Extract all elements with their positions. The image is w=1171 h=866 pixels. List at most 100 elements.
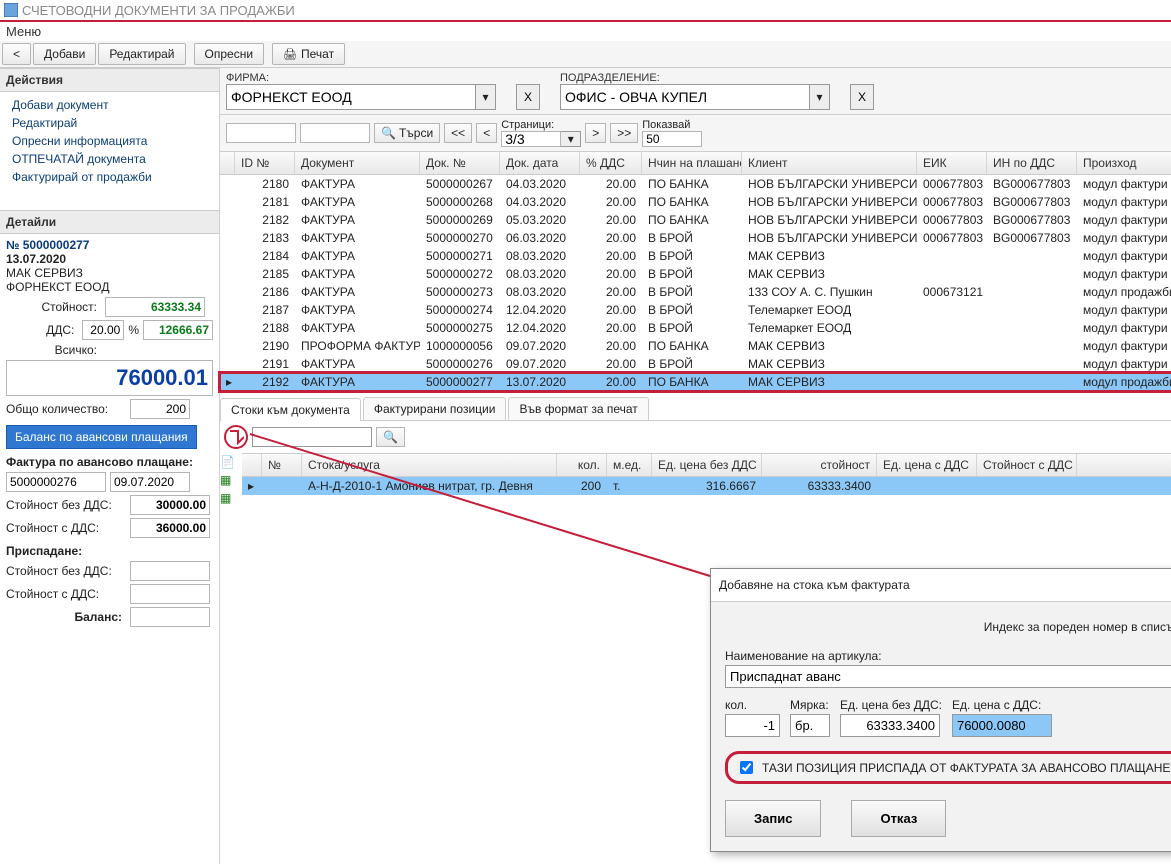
company-select[interactable] [226,84,476,110]
excel2-icon[interactable]: ▦ [220,491,242,505]
table-row[interactable]: 2184 ФАКТУРА 5000000271 08.03.2020 20.00… [220,247,1171,265]
table-row[interactable]: 2185 ФАКТУРА 5000000272 08.03.2020 20.00… [220,265,1171,283]
val-ex-field[interactable] [130,495,210,515]
deduct-checkbox[interactable] [740,761,753,774]
dlg-price-label: Ед. цена без ДДС: [840,698,942,712]
icol-valv[interactable]: Стойност с ДДС [977,454,1077,476]
add-item-button[interactable] [224,425,248,449]
icol-no[interactable]: № [262,454,302,476]
table-row[interactable]: 2186 ФАКТУРА 5000000273 08.03.2020 20.00… [220,283,1171,301]
cancel-button[interactable]: Отказ [851,800,946,837]
table-row[interactable]: 2180 ФАКТУРА 5000000267 04.03.2020 20.00… [220,175,1171,193]
vat-pct-field[interactable] [82,320,124,340]
dept-clear-button[interactable]: X [850,84,874,110]
icol-val[interactable]: стойност [762,454,877,476]
company-clear-button[interactable]: X [516,84,540,110]
printer-icon: 🖨 [283,48,297,61]
col-pay[interactable]: Нчин на плашане [642,152,742,174]
tab-print-format[interactable]: Във формат за печат [508,397,648,420]
icol-qty[interactable]: кол. [557,454,607,476]
icol-name[interactable]: Стока/услуга [302,454,557,476]
icol-pricev[interactable]: Ед. цена с ДДС [877,454,977,476]
back-button[interactable]: < [2,43,31,65]
actions-header: Действия [0,68,219,92]
documents-grid: ID № Документ Док. № Док. дата % ДДС Нчи… [220,152,1171,391]
chevron-down-icon[interactable]: ▾ [561,131,581,147]
chevron-down-icon[interactable]: ▾ [476,84,496,110]
item-name-field[interactable] [725,665,1171,688]
total-field[interactable] [6,360,213,396]
dlg-pricev-field[interactable] [952,714,1052,737]
icol-me[interactable]: м.ед. [607,454,652,476]
qty-field[interactable] [130,399,190,419]
sidebar-action-edit[interactable]: Редактирай [6,114,213,132]
search-button[interactable]: 🔍Търси [374,123,440,143]
val-inc-label: Стойност с ДДС: [6,521,126,535]
chevron-down-icon[interactable]: ▾ [810,84,830,110]
col-docno[interactable]: Док. № [420,152,500,174]
table-row[interactable]: 2190 ПРОФОРМА ФАКТУРА 1000000056 09.07.2… [220,337,1171,355]
dlg-me-field[interactable] [790,714,830,737]
pages-label: Страници: [501,119,581,131]
dlg-qty-label: кол. [725,698,780,712]
excel-icon[interactable]: ▦ [220,473,242,487]
export-icon[interactable]: 📄 [220,455,242,469]
show-field[interactable] [642,131,702,147]
first-page-button[interactable]: << [444,123,472,143]
prev-page-button[interactable]: < [476,123,497,143]
table-row[interactable]: 2183 ФАКТУРА 5000000270 06.03.2020 20.00… [220,229,1171,247]
table-row[interactable]: 2181 ФАКТУРА 5000000268 04.03.2020 20.00… [220,193,1171,211]
table-row[interactable]: 2182 ФАКТУРА 5000000269 05.03.2020 20.00… [220,211,1171,229]
menu-bar[interactable]: Меню [0,22,1171,41]
table-row[interactable]: 2187 ФАКТУРА 5000000274 12.04.2020 20.00… [220,301,1171,319]
refresh-button[interactable]: Опресни [194,43,265,65]
search-input-1[interactable] [226,123,296,143]
table-row[interactable]: 2188 ФАКТУРА 5000000275 12.04.2020 20.00… [220,319,1171,337]
dlg-qty-field[interactable] [725,714,780,737]
col-src[interactable]: Произход [1077,152,1171,174]
item-search-button[interactable]: 🔍 [376,427,405,447]
col-id[interactable]: ID № [235,152,295,174]
item-search-input[interactable] [252,427,372,447]
advance-balance-button[interactable]: Баланс по авансови плащания [6,425,197,449]
col-vat[interactable]: % ДДС [580,152,642,174]
table-row[interactable]: 2191 ФАКТУРА 5000000276 09.07.2020 20.00… [220,355,1171,373]
col-eik[interactable]: ЕИК [917,152,987,174]
dept-label: ПОДРАЗДЕЛЕНИЕ: [560,72,830,84]
value-field[interactable] [105,297,205,317]
sidebar-action-refresh[interactable]: Опресни информацията [6,132,213,150]
deduct-checkbox-row[interactable]: ТАЗИ ПОЗИЦИЯ ПРИСПАДА ОТ ФАКТУРАТА ЗА АВ… [725,751,1171,784]
adv-date-field[interactable] [110,472,190,492]
dlg-price-field[interactable] [840,714,940,737]
next-page-button[interactable]: > [585,123,606,143]
sidebar-action-invoice[interactable]: Фактурирай от продажби [6,168,213,186]
icol-price[interactable]: Ед. цена без ДДС [652,454,762,476]
search-input-2[interactable] [300,123,370,143]
adv-doc-field[interactable] [6,472,106,492]
sidebar-action-print[interactable]: ОТПЕЧАТАЙ документа [6,150,213,168]
dept-select[interactable] [560,84,810,110]
col-client[interactable]: Клиент [742,152,917,174]
vat-value-field[interactable] [143,320,213,340]
ded-ex-field[interactable] [130,561,210,581]
main-toolbar: < Добави Редактирай Опресни 🖨Печат [0,41,1171,68]
col-doc[interactable]: Документ [295,152,420,174]
tab-invoiced[interactable]: Фактурирани позиции [363,397,507,420]
col-ddsid[interactable]: ИН по ДДС [987,152,1077,174]
dialog-title: Добавяне на стока към фактурата [719,578,910,592]
tab-items[interactable]: Стоки към документа [220,398,361,421]
last-page-button[interactable]: >> [610,123,638,143]
val-inc-field[interactable] [130,518,210,538]
col-date[interactable]: Док. дата [500,152,580,174]
pages-select[interactable] [501,131,561,147]
bal-field[interactable] [130,607,210,627]
item-row[interactable]: ▸ А-Н-Д-2010-1 Амониев нитрат, гр. Девня… [242,477,1171,495]
save-button[interactable]: Запис [725,800,821,837]
ded-inc-field[interactable] [130,584,210,604]
advance-invoice-label: Фактура по авансово плащане: [6,455,213,469]
table-row[interactable]: ▸ 2192 ФАКТУРА 5000000277 13.07.2020 20.… [220,373,1171,391]
print-button[interactable]: 🖨Печат [272,43,345,65]
edit-button[interactable]: Редактирай [98,43,185,65]
sidebar-action-add-doc[interactable]: Добави документ [6,96,213,114]
add-button[interactable]: Добави [33,43,96,65]
